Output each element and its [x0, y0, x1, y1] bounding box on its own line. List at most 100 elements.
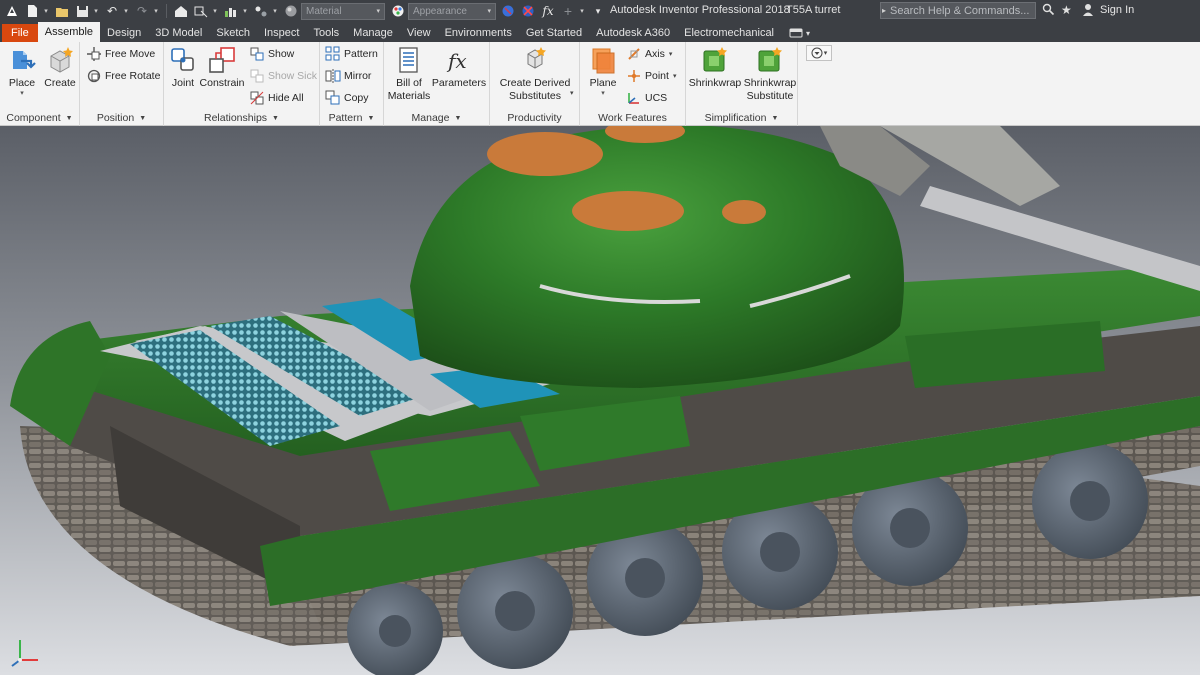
sign-in-link[interactable]: Sign In [1100, 4, 1134, 16]
parameters-button[interactable]: fx Parameters [432, 45, 486, 90]
customize-qat-icon[interactable]: ▾ [589, 2, 607, 20]
search-input[interactable] [888, 4, 1034, 17]
app-logo-icon[interactable] [3, 2, 21, 20]
joint-icon [171, 48, 194, 71]
new-file-icon[interactable] [23, 2, 41, 20]
graphics-viewport[interactable] [0, 126, 1200, 675]
chevron-down-icon: ▾ [601, 90, 605, 97]
joint-button[interactable]: Joint [167, 45, 199, 90]
new-dropdown-icon[interactable]: ▾ [42, 7, 50, 15]
tab-inspect[interactable]: Inspect [257, 24, 306, 42]
ribbon-options-icon [811, 47, 823, 59]
shrinkwrap-icon [703, 47, 727, 72]
work-plane-icon [592, 48, 615, 74]
chevron-down-icon: ▼ [454, 114, 462, 122]
hide-all-icon [250, 91, 264, 105]
tab-file[interactable]: File [2, 24, 38, 42]
bill-of-materials-button[interactable]: Bill of Materials [386, 45, 432, 103]
create-button[interactable]: Create [42, 45, 78, 90]
chevron-down-icon: ▾ [668, 51, 673, 58]
measure-dropdown-icon[interactable]: ▾ [241, 7, 249, 15]
tab-assemble[interactable]: Assemble [37, 22, 101, 42]
copy-label: Copy [344, 92, 369, 104]
shrinkwrap-label: Shrinkwrap [688, 77, 742, 89]
panel-title-pattern[interactable]: Pattern ▼ [320, 110, 383, 126]
free-rotate-icon [87, 69, 101, 83]
document-title: T55A turret [786, 4, 841, 16]
panel-title-relationships[interactable]: Relationships ▼ [164, 110, 319, 126]
appearance-combo-value: Appearance [413, 5, 467, 17]
tab-3d-model[interactable]: 3D Model [148, 24, 209, 42]
undo-icon[interactable]: ↶ [103, 2, 121, 20]
undo-dropdown-icon[interactable]: ▾ [122, 7, 130, 15]
material-sphere-icon[interactable] [282, 2, 300, 20]
copy-button[interactable]: Copy [325, 89, 369, 107]
joint-label: Joint [171, 77, 195, 89]
chevron-down-icon[interactable]: ▾ [570, 89, 574, 97]
redo-icon[interactable]: ↷ [133, 2, 151, 20]
chevron-down-icon: ▼ [65, 114, 73, 122]
favorites-star-icon[interactable]: ★ [1061, 3, 1072, 17]
ucs-button[interactable]: UCS [626, 89, 667, 107]
mirror-button[interactable]: Mirror [325, 67, 371, 85]
material-combo-value: Material [306, 5, 342, 17]
tab-get-started[interactable]: Get Started [519, 24, 589, 42]
search-help-icon[interactable] [1042, 3, 1055, 19]
adjust-appearance-icon[interactable] [499, 2, 517, 20]
selection-dropdown-icon[interactable]: ▾ [211, 7, 219, 15]
plus-dropdown-icon[interactable]: ▾ [578, 7, 586, 15]
panel-title-position[interactable]: Position ▼ [80, 110, 163, 126]
free-rotate-button[interactable]: Free Rotate [86, 67, 160, 85]
ucs-label: UCS [645, 92, 668, 104]
shrinkwrap-button[interactable]: Shrinkwrap [689, 45, 741, 90]
shrinkwrap-substitute-button[interactable]: Shrinkwrap Substitute [744, 45, 796, 103]
pattern-button[interactable]: Pattern [325, 45, 378, 63]
show-sick-button[interactable]: Show Sick [249, 67, 317, 85]
clear-appearance-icon[interactable] [519, 2, 537, 20]
point-button[interactable]: Point ▾ [626, 67, 676, 85]
panel-title-manage[interactable]: Manage ▼ [384, 110, 489, 126]
panel-title-simplification[interactable]: Simplification ▼ [686, 110, 797, 126]
measure-icon[interactable] [222, 2, 240, 20]
hide-all-button[interactable]: Hide All [249, 89, 304, 107]
tab-environments[interactable]: Environments [438, 24, 519, 42]
tab-sketch[interactable]: Sketch [209, 24, 257, 42]
axis-button[interactable]: Axis ▾ [626, 45, 672, 63]
tab-manage[interactable]: Manage [346, 24, 400, 42]
parameters-fx-icon[interactable]: fx [539, 2, 557, 20]
update-dropdown-icon[interactable]: ▾ [271, 7, 279, 15]
tab-view[interactable]: View [400, 24, 438, 42]
ribbon-display-toggle[interactable]: ▾ [781, 24, 818, 42]
tab-tools[interactable]: Tools [306, 24, 346, 42]
tab-autodesk-a360[interactable]: Autodesk A360 [589, 24, 677, 42]
place-button[interactable]: Place ▾ [5, 45, 39, 98]
constrain-button[interactable]: Constrain [200, 45, 244, 90]
chevron-down-icon: ▼ [272, 114, 279, 122]
selection-filter-icon[interactable] [192, 2, 210, 20]
free-move-button[interactable]: Free Move [86, 45, 155, 63]
panel-title-component[interactable]: Component ▼ [0, 110, 79, 126]
plane-button[interactable]: Plane ▾ [586, 45, 620, 98]
appearance-combo[interactable]: Appearance ▾ [408, 2, 496, 20]
tank-model-render[interactable] [0, 126, 1200, 675]
save-dropdown-icon[interactable]: ▾ [92, 7, 100, 15]
save-icon[interactable] [73, 2, 91, 20]
ribbon-options-button[interactable]: ▾ [806, 45, 832, 61]
tab-design[interactable]: Design [100, 24, 148, 42]
view-triad-icon[interactable] [10, 634, 42, 668]
redo-dropdown-icon[interactable]: ▾ [152, 7, 160, 15]
appearance-palette-icon[interactable] [389, 2, 407, 20]
copy-icon [325, 90, 340, 105]
create-derived-substitutes-button[interactable]: Create Derived Substitutes [494, 45, 576, 103]
user-icon[interactable] [1082, 3, 1094, 19]
tab-electromechanical[interactable]: Electromechanical [677, 24, 781, 42]
free-move-label: Free Move [105, 48, 156, 60]
home-icon[interactable] [172, 2, 190, 20]
search-box[interactable]: ▸ [880, 2, 1036, 19]
plus-icon[interactable]: + [559, 2, 577, 20]
manage-title-text: Manage [411, 112, 450, 124]
open-folder-icon[interactable] [53, 2, 71, 20]
show-button[interactable]: Show [249, 45, 294, 63]
material-combo[interactable]: Material ▾ [301, 2, 385, 20]
update-icon[interactable] [252, 2, 270, 20]
